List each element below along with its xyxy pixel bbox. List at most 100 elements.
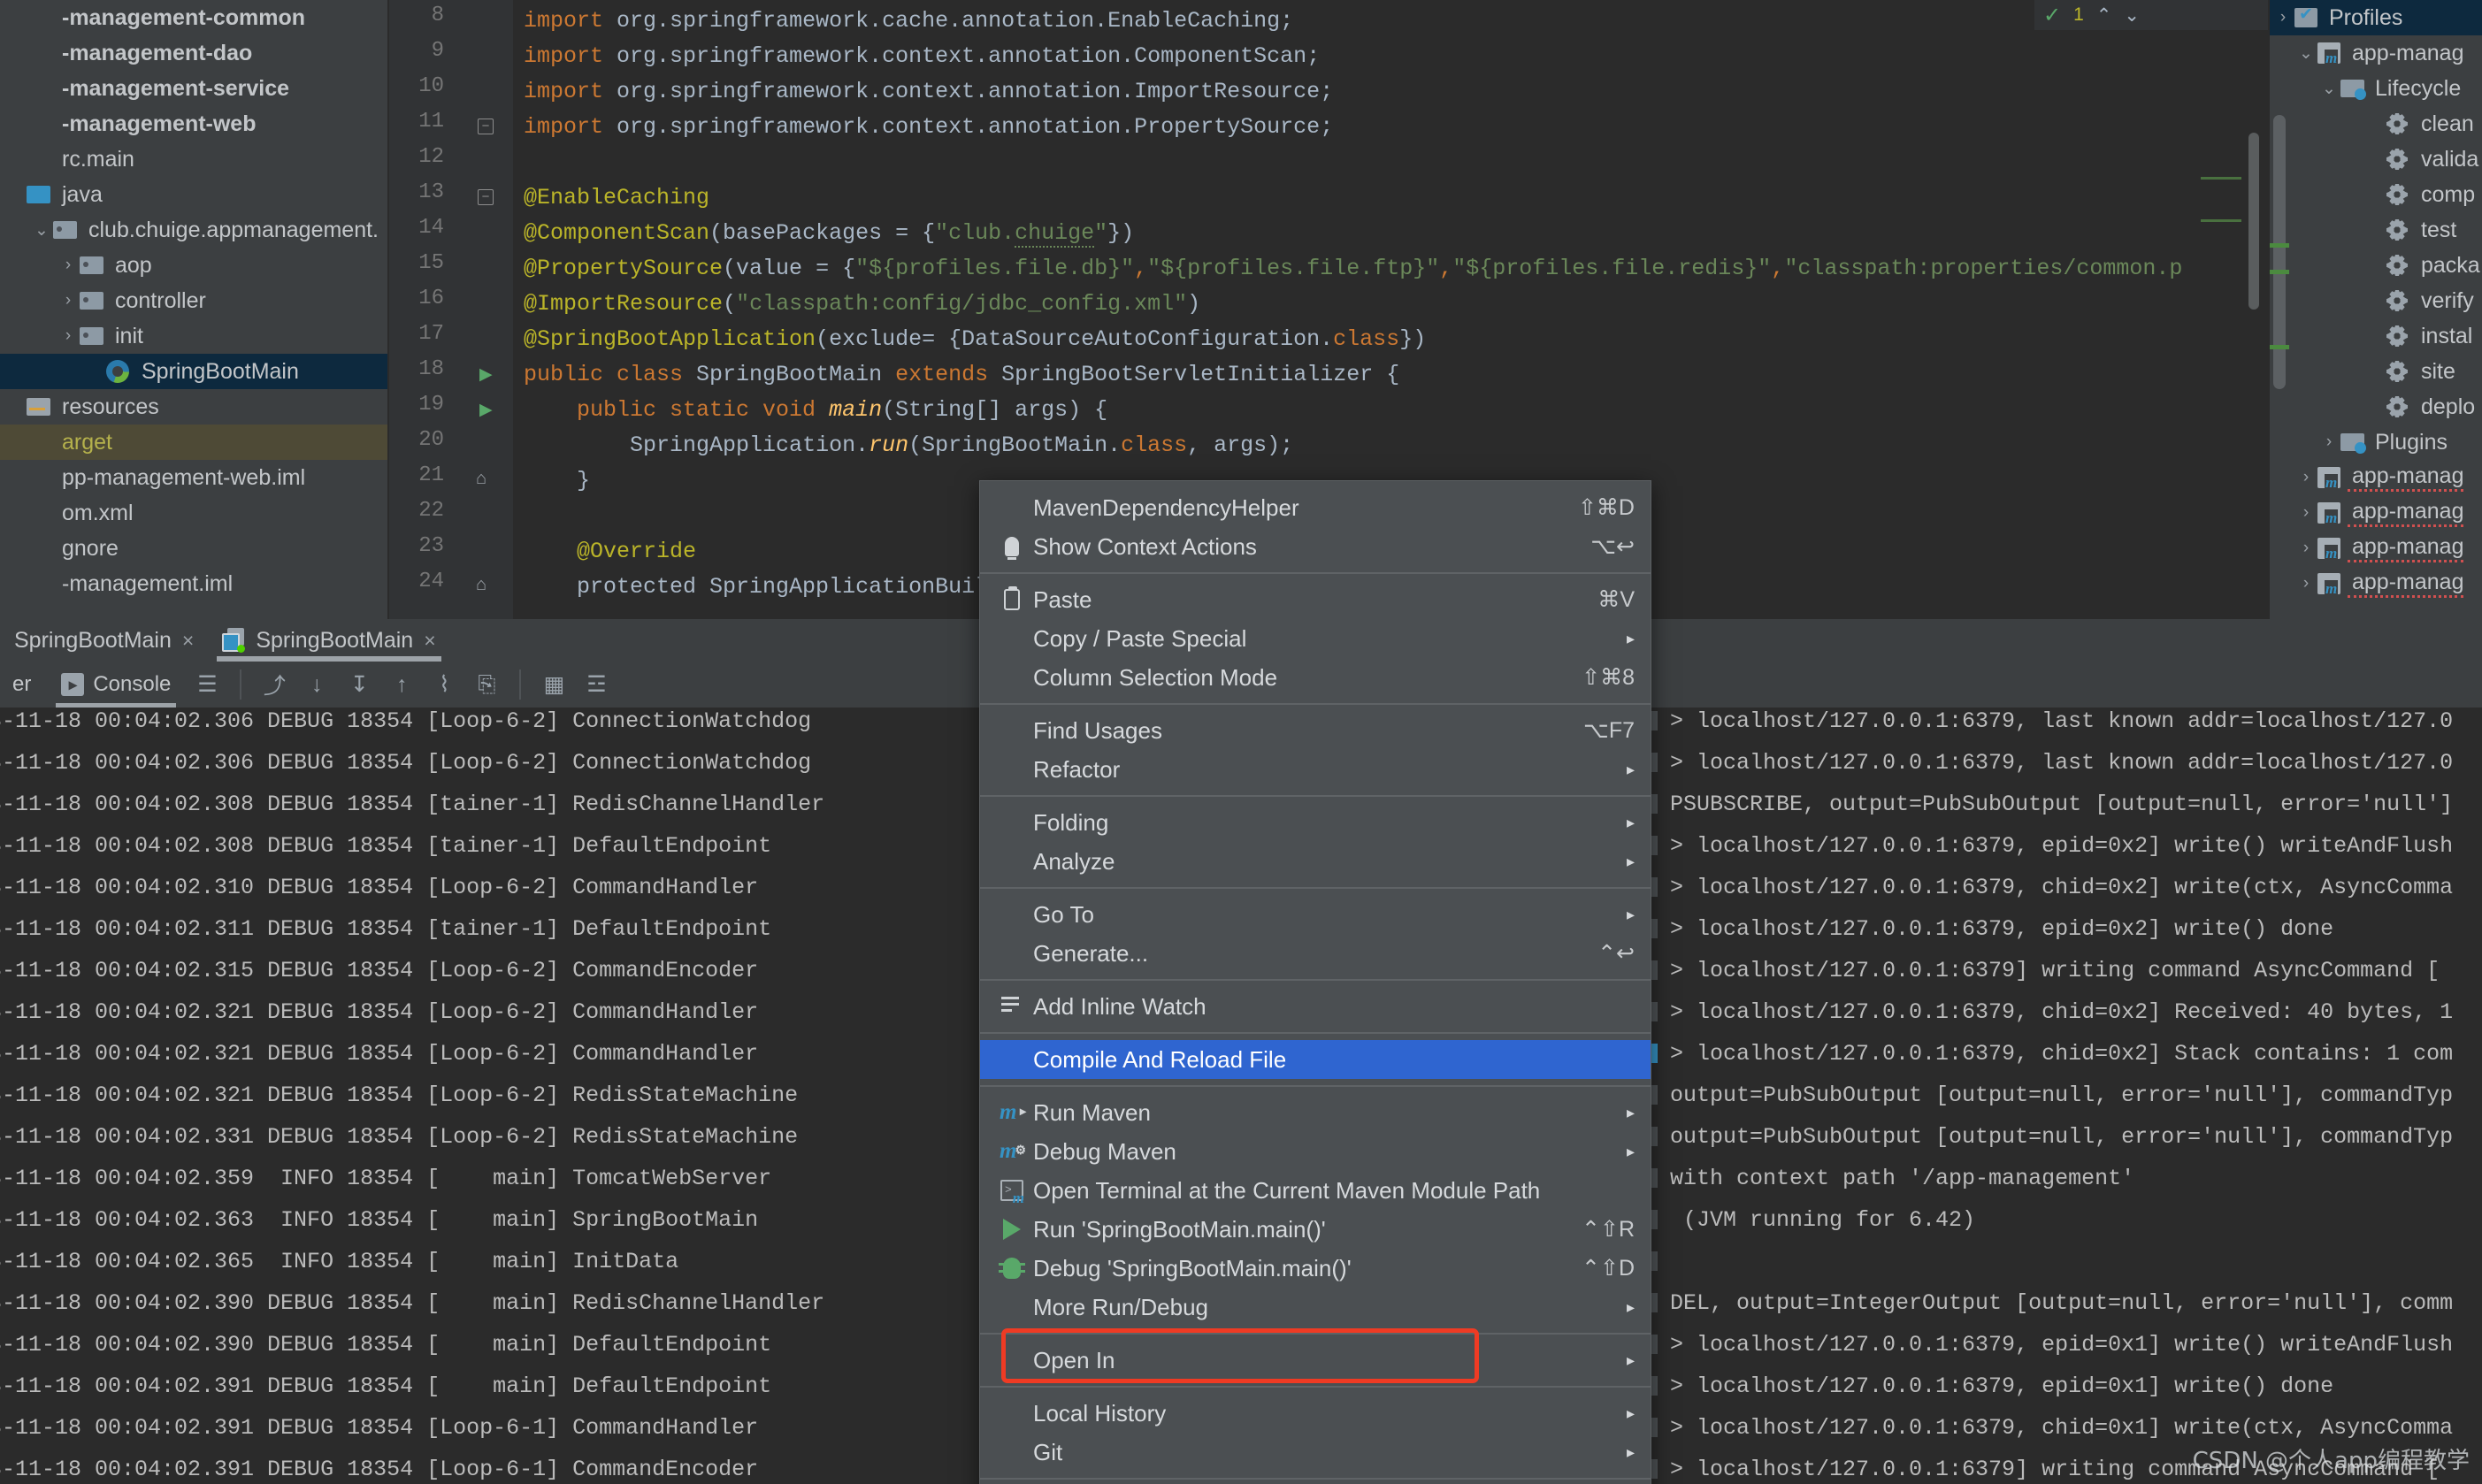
fold-marker-icon[interactable]: −: [478, 119, 494, 134]
editor-gutter[interactable]: 8 9 10 11 12 13 14 15 16 17 18 19 20 21 22 23 24 − − ⌂ ⌂ ▶ ▶: [389, 0, 513, 619]
menu-item-more-run-debug[interactable]: More Run/Debug ▸: [980, 1288, 1651, 1327]
editor-scrollbar[interactable]: [2248, 133, 2259, 310]
evaluate-expression-icon[interactable]: ⎘: [468, 666, 505, 703]
run-gutter-icon[interactable]: ▶: [479, 364, 493, 385]
chevron-right-icon[interactable]: ›: [2294, 574, 2317, 593]
tab-console[interactable]: ▸ Console: [49, 662, 183, 708]
code-line[interactable]: @SpringBootApplication(exclude= {DataSou…: [524, 322, 1426, 357]
run-gutter-icon[interactable]: ▶: [479, 400, 493, 420]
chevron-right-icon[interactable]: ›: [57, 291, 80, 310]
maven-tool-window[interactable]: › Profiles ⌄ app-manag ⌄ Lifecycle clean valida…: [2270, 0, 2482, 619]
menu-item-open-terminal-at-the-current-maven-module-path[interactable]: > m Open Terminal at the Current Maven Mod…: [980, 1171, 1651, 1210]
maven-item-plugins[interactable]: › Plugins: [2270, 425, 2482, 460]
menu-item-run-springbootmain-main[interactable]: Run 'SpringBootMain.main()' ⌃⇧R: [980, 1210, 1651, 1249]
code-line[interactable]: import org.springframework.context.annot…: [524, 74, 1333, 110]
maven-item-test[interactable]: test: [2270, 212, 2482, 248]
menu-item-local-history[interactable]: Local History ▸: [980, 1394, 1651, 1433]
fold-marker-icon[interactable]: −: [478, 189, 494, 205]
maven-item-app-manag[interactable]: › app-manag: [2270, 495, 2482, 531]
menu-item-go-to[interactable]: Go To ▸: [980, 895, 1651, 934]
close-icon[interactable]: ×: [424, 629, 435, 653]
tree-item-java[interactable]: java: [0, 177, 389, 212]
code-line[interactable]: public static void main(String[] args) {: [524, 393, 1107, 428]
menu-item-compile-and-reload-file[interactable]: Compile And Reload File: [980, 1040, 1651, 1079]
maven-item-site[interactable]: site: [2270, 354, 2482, 389]
chevron-right-icon[interactable]: ›: [2294, 503, 2317, 523]
chevron-right-icon[interactable]: ›: [2271, 8, 2294, 27]
tree-item-resources[interactable]: resources: [0, 389, 389, 425]
maven-item-profiles[interactable]: › Profiles: [2270, 0, 2482, 35]
tree-item-gnore[interactable]: gnore: [0, 531, 389, 566]
settings-icon[interactable]: ☲: [578, 666, 615, 703]
maven-item-app-manag[interactable]: › app-manag: [2270, 566, 2482, 601]
menu-item-generate[interactable]: Generate... ⌃↩: [980, 934, 1651, 973]
menu-item-folding[interactable]: Folding ▸: [980, 803, 1651, 842]
tree-item-rc-main[interactable]: rc.main: [0, 142, 389, 177]
maven-item-packa[interactable]: packa: [2270, 248, 2482, 283]
chevron-right-icon[interactable]: ›: [57, 256, 80, 275]
calculator-icon[interactable]: ▦: [535, 666, 572, 703]
step-into-icon[interactable]: ↓: [298, 666, 335, 703]
code-line[interactable]: import org.springframework.cache.annotat…: [524, 4, 1293, 39]
menu-item-analyze[interactable]: Analyze ▸: [980, 842, 1651, 881]
editor-context-menu[interactable]: MavenDependencyHelper ⇧⌘D Show Context Act…: [979, 480, 1651, 1484]
chevron-right-icon[interactable]: ›: [2317, 432, 2340, 452]
project-tool-window[interactable]: -management-common -management-dao -manage…: [0, 0, 389, 619]
force-step-into-icon[interactable]: ↧: [341, 666, 378, 703]
tree-item-controller[interactable]: › controller: [0, 283, 389, 318]
maven-item-lifecycle[interactable]: ⌄ Lifecycle: [2270, 71, 2482, 106]
tree-item-init[interactable]: › init: [0, 318, 389, 354]
run-tab[interactable]: SpringBootMain ×: [0, 619, 208, 662]
tree-item-management-web[interactable]: -management-web: [0, 106, 389, 142]
maven-item-app-manag[interactable]: › app-manag: [2270, 531, 2482, 566]
tree-item-management-iml[interactable]: -management.iml: [0, 566, 389, 601]
maven-item-valida[interactable]: valida: [2270, 142, 2482, 177]
code-line[interactable]: @PropertySource(value = {"${profiles.fil…: [524, 251, 2182, 287]
chevron-up-icon[interactable]: ⌃: [2096, 4, 2112, 27]
close-icon[interactable]: ×: [182, 629, 194, 653]
code-line[interactable]: import org.springframework.context.annot…: [524, 110, 1333, 145]
maven-item-comp[interactable]: comp: [2270, 177, 2482, 212]
run-to-cursor-icon[interactable]: ⌇: [425, 666, 463, 703]
menu-item-show-context-actions[interactable]: Show Context Actions ⌥↩: [980, 527, 1651, 566]
chevron-right-icon[interactable]: ›: [2294, 468, 2317, 487]
chevron-down-icon[interactable]: ⌄: [2294, 43, 2317, 64]
chevron-right-icon[interactable]: ›: [57, 326, 80, 346]
tree-item-pp-management-web-iml[interactable]: pp-management-web.iml: [0, 460, 389, 495]
tree-item-management-dao[interactable]: -management-dao: [0, 35, 389, 71]
menu-item-copy-paste-special[interactable]: Copy / Paste Special ▸: [980, 619, 1651, 658]
code-line[interactable]: }: [524, 463, 590, 499]
menu-item-git[interactable]: Git ▸: [980, 1433, 1651, 1472]
menu-item-column-selection-mode[interactable]: Column Selection Mode ⇧⌘8: [980, 658, 1651, 697]
maven-item-app-manag[interactable]: ⌄ app-manag: [2270, 35, 2482, 71]
menu-item-refactor[interactable]: Refactor ▸: [980, 750, 1651, 789]
maven-item-instal[interactable]: instal: [2270, 318, 2482, 354]
code-line[interactable]: public class SpringBootMain extends Spri…: [524, 357, 1399, 393]
menu-item-debug-maven[interactable]: m ⚙ Debug Maven ▸: [980, 1132, 1651, 1171]
step-over-icon[interactable]: ⤴: [256, 666, 293, 703]
tree-item-club-chuige-appmanagement[interactable]: ⌄ club.chuige.appmanagement.: [0, 212, 389, 248]
code-line[interactable]: @EnableCaching: [524, 180, 709, 216]
step-out-icon[interactable]: ↑: [383, 666, 420, 703]
code-line[interactable]: @Override: [524, 534, 696, 570]
tree-item-om-xml[interactable]: om.xml: [0, 495, 389, 531]
menu-item-mavendependencyhelper[interactable]: MavenDependencyHelper ⇧⌘D: [980, 488, 1651, 527]
tree-item-arget[interactable]: arget: [0, 425, 389, 460]
chevron-down-icon[interactable]: ⌄: [30, 220, 53, 241]
maven-item-clean[interactable]: clean: [2270, 106, 2482, 142]
tab-debugger-partial[interactable]: er: [0, 662, 43, 708]
menu-item-paste[interactable]: Paste ⌘V: [980, 580, 1651, 619]
maven-item-deplo[interactable]: deplo: [2270, 389, 2482, 425]
menu-item-open-in[interactable]: Open In ▸: [980, 1341, 1651, 1380]
tree-item-management-service[interactable]: -management-service: [0, 71, 389, 106]
fold-end-icon[interactable]: ⌂: [476, 469, 486, 489]
tree-item-springbootmain[interactable]: SpringBootMain: [0, 354, 389, 389]
tree-item-management-common[interactable]: -management-common: [0, 0, 389, 35]
maven-item-verify[interactable]: verify: [2270, 283, 2482, 318]
menu-item-find-usages[interactable]: Find Usages ⌥F7: [980, 711, 1651, 750]
code-line[interactable]: @ImportResource("classpath:config/jdbc_c…: [524, 287, 1200, 322]
run-tab[interactable]: SpringBootMain ×: [208, 619, 449, 662]
chevron-down-icon[interactable]: ⌄: [2124, 4, 2140, 27]
menu-item-run-maven[interactable]: m ▸ Run Maven ▸: [980, 1093, 1651, 1132]
menu-item-debug-springbootmain-main[interactable]: Debug 'SpringBootMain.main()' ⌃⇧D: [980, 1249, 1651, 1288]
